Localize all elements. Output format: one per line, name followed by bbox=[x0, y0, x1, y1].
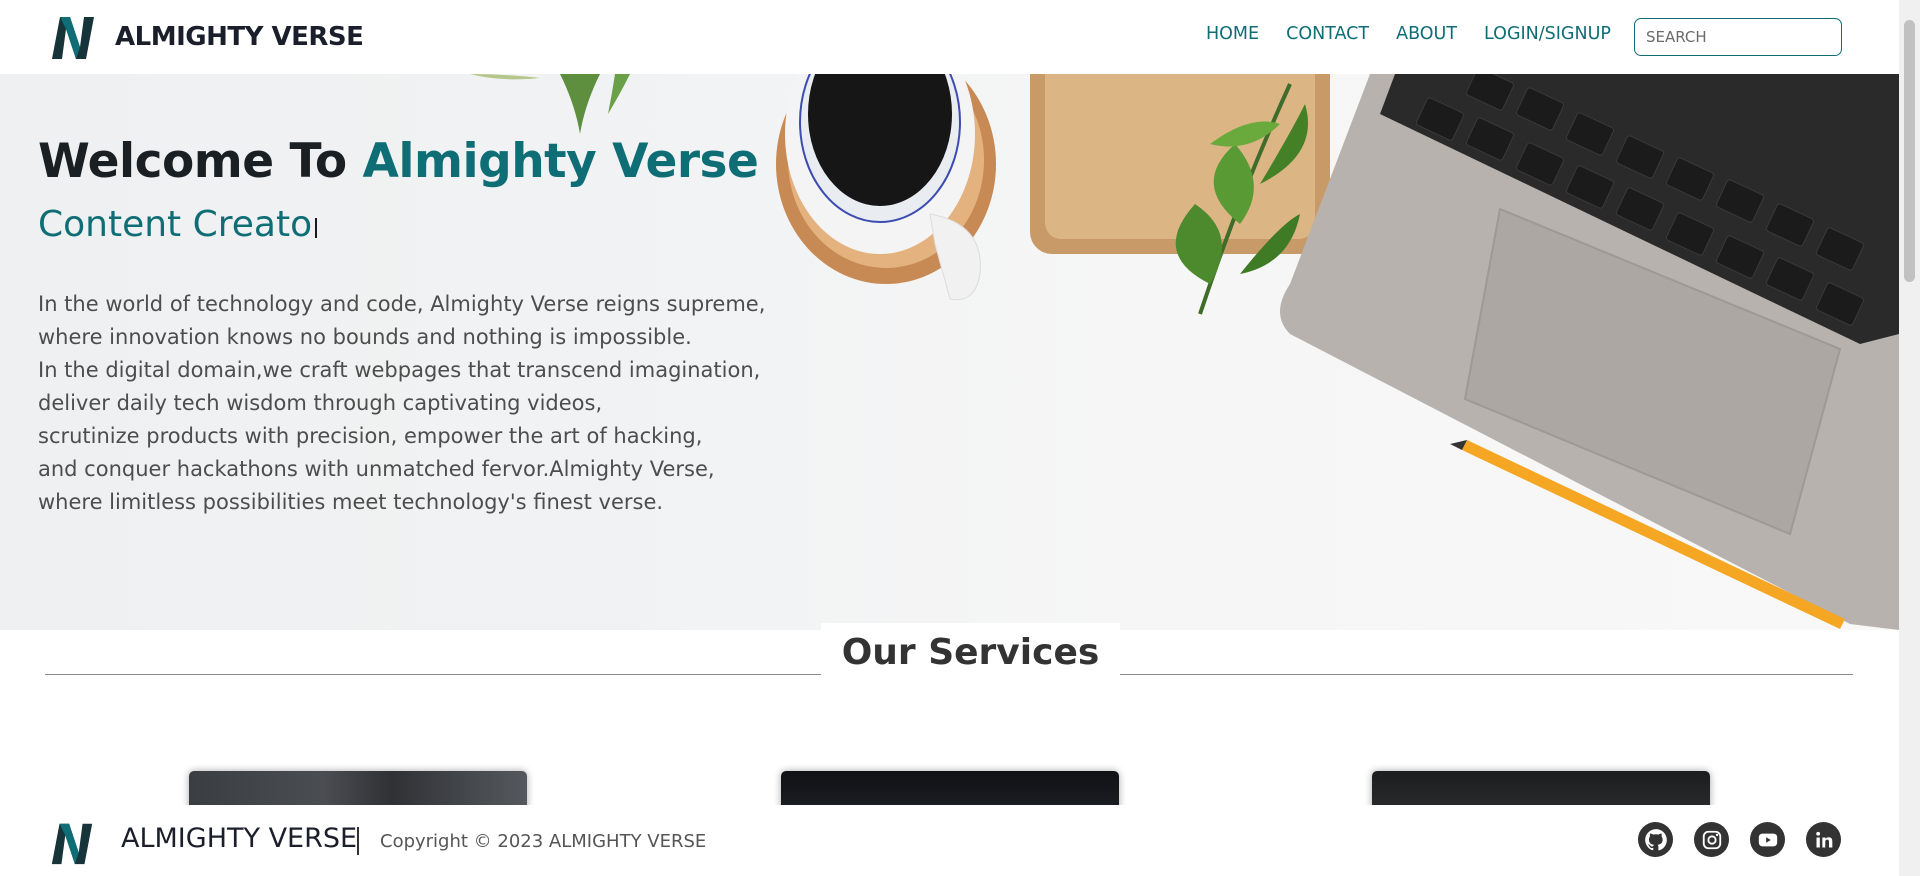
hero-description-line: In the digital domain,we craft webpages … bbox=[38, 358, 761, 382]
footer: ALMIGHTY VERSE Copyright © 2023 ALMIGHTY… bbox=[0, 805, 1899, 876]
instagram-icon[interactable] bbox=[1694, 822, 1729, 857]
hero-title: Welcome To Almighty Verse bbox=[38, 134, 759, 189]
nav-home[interactable]: HOME bbox=[1206, 24, 1259, 44]
youtube-icon[interactable] bbox=[1750, 822, 1785, 857]
hero-description-line: deliver daily tech wisdom through captiv… bbox=[38, 391, 603, 415]
linkedin-icon[interactable] bbox=[1806, 822, 1841, 857]
hero-subtitle: Content Creato bbox=[38, 204, 318, 245]
footer-brand: ALMIGHTY VERSE bbox=[121, 823, 358, 854]
typing-caret bbox=[315, 218, 318, 238]
typed-text: Content Creato bbox=[38, 204, 313, 245]
nav-login-signup[interactable]: LOGIN/SIGNUP bbox=[1484, 24, 1611, 44]
hero-section: Welcome To Almighty Verse Content Creato… bbox=[0, 74, 1899, 630]
brand[interactable]: ALMIGHTY VERSE bbox=[48, 11, 364, 63]
nav-about[interactable]: ABOUT bbox=[1396, 24, 1457, 44]
footer-copyright: Copyright © 2023 ALMIGHTY VERSE bbox=[380, 831, 707, 852]
services-title: Our Services bbox=[841, 631, 1100, 673]
nav-links: HOME CONTACT ABOUT LOGIN/SIGNUP bbox=[1206, 24, 1638, 44]
logo-icon bbox=[52, 17, 94, 59]
scrollbar-thumb[interactable] bbox=[1904, 20, 1915, 282]
hero-description-line: In the world of technology and code, Alm… bbox=[38, 292, 766, 316]
hero-description-line: scrutinize products with precision, empo… bbox=[38, 424, 703, 448]
hero-title-accent: Almighty Verse bbox=[362, 134, 759, 189]
footer-separator bbox=[357, 827, 359, 855]
nav-contact[interactable]: CONTACT bbox=[1286, 24, 1369, 44]
services-heading: Our Services bbox=[821, 623, 1120, 681]
social-links bbox=[1638, 822, 1841, 857]
navbar: ALMIGHTY VERSE HOME CONTACT ABOUT LOGIN/… bbox=[0, 0, 1899, 74]
brand-name: ALMIGHTY VERSE bbox=[115, 22, 364, 52]
hero-description-line: and conquer hackathons with unmatched fe… bbox=[38, 457, 715, 481]
hero-title-prefix: Welcome To bbox=[38, 134, 363, 189]
hero-description-line: where innovation knows no bounds and not… bbox=[38, 325, 692, 349]
search-input[interactable] bbox=[1634, 18, 1842, 56]
hero-description: In the world of technology and code, Alm… bbox=[38, 288, 838, 519]
footer-logo-icon bbox=[51, 823, 93, 865]
hero-description-line: where limitless possibilities meet techn… bbox=[38, 490, 664, 514]
page-scrollbar[interactable] bbox=[1899, 0, 1920, 876]
github-icon[interactable] bbox=[1638, 822, 1673, 857]
